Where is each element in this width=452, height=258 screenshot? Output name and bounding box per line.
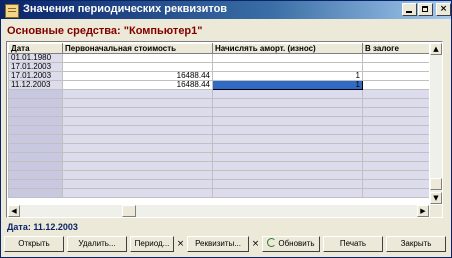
- column-header-initial-cost[interactable]: Первоначальная стоимость: [62, 43, 213, 54]
- cell-pledged[interactable]: [362, 53, 429, 63]
- table-row[interactable]: 17.01.2003: [8, 62, 429, 72]
- refresh-button[interactable]: Обновить: [262, 236, 320, 252]
- maximize-button[interactable]: [418, 3, 433, 16]
- object-subtitle: Основные средства: "Компьютер1": [7, 25, 203, 37]
- empty-row: [8, 89, 429, 99]
- cell-depreciation-selected[interactable]: 1: [212, 80, 363, 90]
- close-button[interactable]: Закрыть: [386, 236, 446, 252]
- cell-depreciation[interactable]: 1: [212, 71, 363, 81]
- periodic-requisites-window: Значения периодических реквизитов × Осно…: [0, 0, 452, 258]
- minimize-button[interactable]: [402, 3, 417, 16]
- vertical-scroll-thumb[interactable]: [430, 178, 442, 190]
- grid-viewport: Дата Первоначальная стоимость Начислять …: [8, 43, 429, 204]
- values-grid: Дата Первоначальная стоимость Начислять …: [6, 41, 443, 218]
- period-button[interactable]: Период...: [130, 236, 174, 252]
- empty-row: [8, 188, 429, 198]
- requisites-clear-button[interactable]: ×: [251, 238, 260, 250]
- empty-row: [8, 134, 429, 144]
- refresh-button-label: Обновить: [278, 239, 315, 248]
- empty-row: [8, 98, 429, 108]
- empty-row: [8, 170, 429, 180]
- cell-initial-cost[interactable]: [62, 53, 213, 63]
- cell-pledged[interactable]: [362, 80, 429, 90]
- empty-row: [8, 152, 429, 162]
- table-row[interactable]: 11.12.2003 16488.44 1: [8, 80, 429, 90]
- scroll-up-icon[interactable]: ▲: [430, 43, 442, 55]
- cell-date[interactable]: 17.01.2003: [8, 71, 63, 81]
- empty-row: [8, 116, 429, 126]
- values-table: Дата Первоначальная стоимость Начислять …: [8, 43, 429, 198]
- empty-row: [8, 107, 429, 117]
- grid-header-row: Дата Первоначальная стоимость Начислять …: [8, 43, 429, 54]
- cell-initial-cost[interactable]: 16488.44: [62, 71, 213, 81]
- close-window-button[interactable]: ×: [436, 3, 451, 16]
- title-bar[interactable]: Значения периодических реквизитов ×: [1, 1, 451, 19]
- table-row[interactable]: 01.01.1980: [8, 53, 429, 63]
- delete-button[interactable]: Удалить...: [67, 236, 127, 252]
- scrollbar-corner: [430, 205, 442, 217]
- table-row[interactable]: 17.01.2003 16488.44 1: [8, 71, 429, 81]
- print-button[interactable]: Печать: [323, 236, 383, 252]
- scroll-left-icon[interactable]: ◀: [8, 205, 20, 217]
- column-header-depreciation[interactable]: Начислять аморт. (износ): [212, 43, 363, 54]
- horizontal-scrollbar[interactable]: ◀ ▶: [8, 205, 429, 217]
- empty-row: [8, 143, 429, 153]
- cell-date[interactable]: 01.01.1980: [8, 53, 63, 63]
- scroll-right-icon[interactable]: ▶: [417, 205, 429, 217]
- refresh-icon: [267, 238, 277, 247]
- cell-initial-cost[interactable]: 16488.44: [62, 80, 213, 90]
- scroll-down-icon[interactable]: ▼: [430, 192, 442, 204]
- requisites-button[interactable]: Реквизиты...: [187, 236, 249, 252]
- horizontal-scroll-thumb[interactable]: [122, 205, 136, 217]
- cell-depreciation[interactable]: [212, 53, 363, 63]
- cell-depreciation[interactable]: [212, 62, 363, 72]
- cell-initial-cost[interactable]: [62, 62, 213, 72]
- open-button[interactable]: Открыть: [4, 236, 64, 252]
- window-title: Значения периодических реквизитов: [23, 3, 228, 15]
- cell-pledged[interactable]: [362, 62, 429, 72]
- empty-row: [8, 179, 429, 189]
- column-header-pledged[interactable]: В залоге: [362, 43, 429, 54]
- cell-date[interactable]: 11.12.2003: [8, 80, 63, 90]
- empty-row: [8, 161, 429, 171]
- document-icon: [5, 4, 19, 18]
- status-date: Дата: 11.12.2003: [7, 222, 78, 232]
- period-clear-button[interactable]: ×: [176, 238, 185, 250]
- empty-row: [8, 125, 429, 135]
- vertical-scrollbar[interactable]: ▲ ▼: [430, 43, 442, 204]
- column-header-date[interactable]: Дата: [8, 43, 63, 54]
- cell-pledged[interactable]: [362, 71, 429, 81]
- cell-date[interactable]: 17.01.2003: [8, 62, 63, 72]
